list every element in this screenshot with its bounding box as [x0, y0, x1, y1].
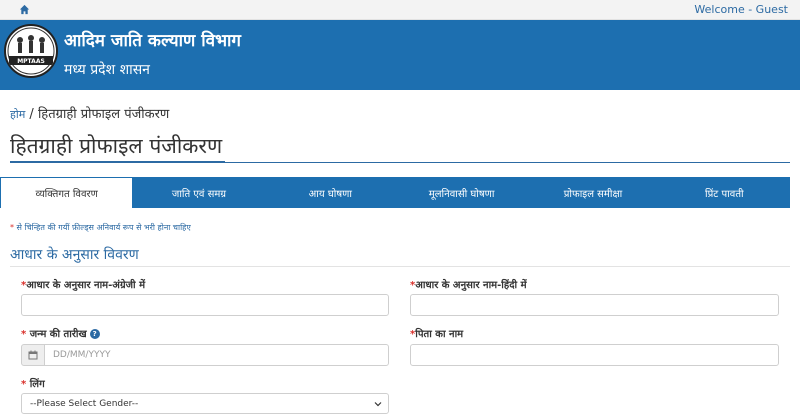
breadcrumb-current: हितग्राही प्रोफाइल पंजीकरण [37, 107, 170, 122]
tab-profile-review[interactable]: प्रोफाइल समीक्षा [527, 177, 658, 208]
required-star: * [21, 329, 27, 340]
dob-label-text: जन्म की तारीख [29, 329, 87, 340]
required-star: * [10, 223, 14, 232]
name-hindi-label-text: आधार के अनुसार नाम-हिंदी में [415, 280, 527, 291]
name-hindi-label: *आधार के अनुसार नाम-हिंदी में [410, 277, 527, 291]
name-english-label: *आधार के अनुसार नाम-अंग्रेजी में [21, 277, 145, 291]
registration-tabs: व्यक्तिगत विवरण जाति एवं समग्र आय घोषणा … [0, 177, 790, 208]
home-icon[interactable] [19, 4, 30, 15]
gender-label-text: लिंग [29, 379, 45, 390]
father-name-input[interactable] [410, 344, 779, 366]
government-name: मध्य प्रदेश शासन [64, 62, 150, 78]
calendar-button[interactable] [21, 344, 45, 366]
father-name-label: *पिता का नाम [410, 326, 463, 340]
tab-caste-samagra[interactable]: जाति एवं समग्र [133, 177, 264, 208]
dob-input[interactable]: DD/MM/YYYY [44, 344, 389, 366]
calendar-icon [28, 350, 38, 360]
chevron-down-icon [374, 402, 382, 407]
help-icon[interactable]: ? [89, 329, 100, 339]
required-star: * [21, 379, 27, 390]
site-header: MPTAAS आदिम जाति कल्याण विभाग मध्य प्रदे… [0, 20, 800, 90]
section-divider [10, 266, 790, 267]
name-english-input[interactable] [21, 294, 389, 316]
page-title: हितग्राही प्रोफाइल पंजीकरण [10, 134, 223, 158]
required-note-text: से चिन्हित की गयीं फ़ील्ड्स अनिवार्य रूप… [16, 223, 191, 232]
section-title: आधार के अनुसार विवरण [10, 247, 139, 263]
title-underline [10, 161, 225, 163]
gender-select-value: --Please Select Gender-- [30, 398, 139, 409]
tab-domicile-declaration[interactable]: मूलनिवासी घोषणा [396, 177, 527, 208]
department-logo: MPTAAS [4, 24, 58, 78]
breadcrumb: होम / हितग्राही प्रोफाइल पंजीकरण [10, 104, 169, 122]
gender-label: * लिंग [21, 376, 45, 390]
department-name: आदिम जाति कल्याण विभाग [64, 31, 241, 51]
breadcrumb-separator: / [25, 107, 38, 122]
logo-text: MPTAAS [17, 58, 45, 65]
name-english-label-text: आधार के अनुसार नाम-अंग्रेजी में [26, 280, 146, 291]
breadcrumb-home-link[interactable]: होम [10, 108, 25, 121]
logo-emblem-icon: MPTAAS [7, 27, 55, 75]
name-hindi-input[interactable] [410, 294, 779, 316]
father-name-label-text: पिता का नाम [415, 329, 464, 340]
tab-personal-details[interactable]: व्यक्तिगत विवरण [0, 177, 134, 208]
tab-print-receipt[interactable]: प्रिंट पावती [659, 177, 790, 208]
top-bar: Welcome - Guest [0, 0, 800, 20]
tab-income-declaration[interactable]: आय घोषणा [265, 177, 396, 208]
dob-label: * जन्म की तारीख? [21, 326, 100, 340]
required-fields-note: * से चिन्हित की गयीं फ़ील्ड्स अनिवार्य र… [10, 222, 191, 233]
welcome-text: Welcome - Guest [694, 3, 788, 16]
gender-select[interactable]: --Please Select Gender-- [21, 393, 389, 414]
